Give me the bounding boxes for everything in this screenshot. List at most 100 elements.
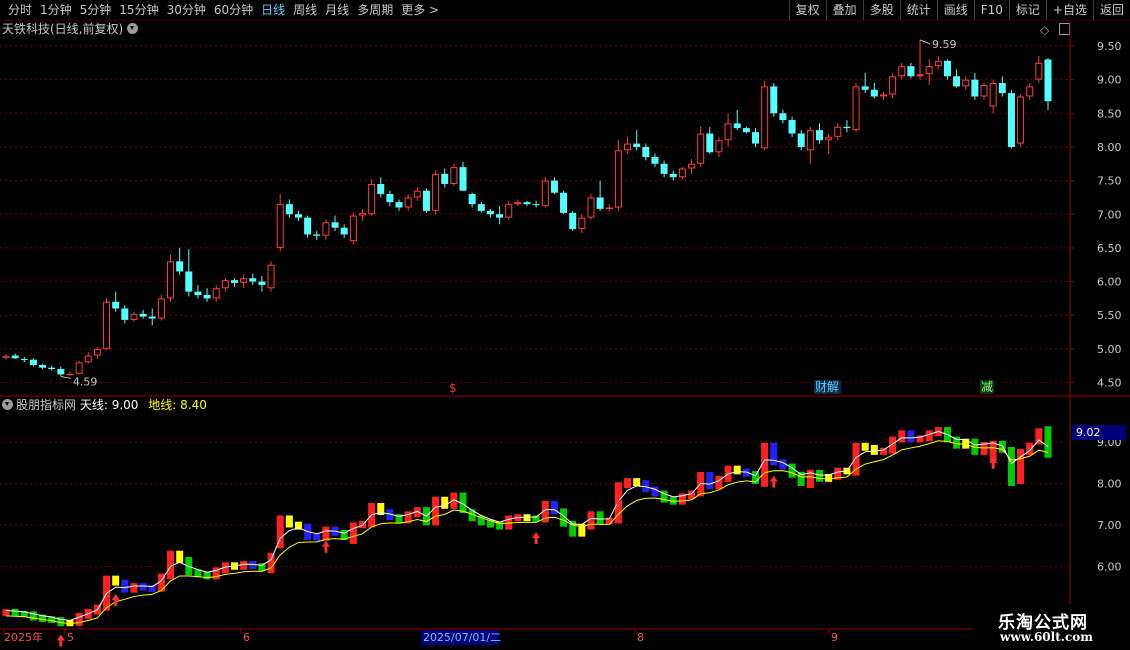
candle-body	[212, 288, 220, 299]
candle-body	[761, 86, 769, 149]
candle-body	[724, 123, 732, 141]
candle-body	[130, 313, 138, 320]
candle-body	[304, 217, 312, 235]
indicator-bar	[523, 514, 531, 522]
candle-body	[1017, 96, 1025, 144]
candle-body	[1007, 93, 1015, 147]
high-price-label: 9.59	[932, 38, 957, 51]
candle-body	[459, 167, 467, 191]
low-pointer	[60, 375, 71, 379]
candle-body	[678, 168, 686, 178]
x-tick-label: 6	[243, 631, 250, 644]
candle-body	[614, 150, 622, 208]
x-tick-label: 5	[67, 631, 74, 644]
candle-body	[806, 130, 814, 151]
candle-body	[560, 192, 568, 213]
logo-url: www.60lt.com	[1000, 630, 1093, 644]
candle-body	[194, 291, 202, 296]
candle-body	[660, 163, 668, 174]
candle-body	[742, 128, 750, 133]
tian-line	[5, 430, 1049, 621]
indicator-bar	[550, 500, 558, 515]
event-marker-dollar: $	[449, 381, 457, 395]
candle-body	[815, 130, 823, 141]
candle-body	[870, 89, 878, 97]
candle-body	[916, 74, 924, 77]
candle-body	[715, 140, 723, 153]
candle-body	[167, 261, 175, 299]
candle-body	[541, 180, 549, 207]
candle-body	[386, 194, 394, 203]
y-tick-label: 5.00	[1097, 343, 1122, 356]
buy-arrow-icon	[56, 634, 65, 647]
candle-body	[450, 167, 458, 184]
candle-body	[413, 190, 421, 198]
candle-body	[2, 356, 10, 358]
candle-body	[221, 280, 229, 289]
indicator-bar	[176, 550, 184, 563]
y-tick-label: 9.00	[1097, 74, 1122, 87]
chart-canvas[interactable]: 9.50 9.00 8.50 8.00 7.50 7.00 6.50 6.00 5.50 5.00…	[0, 0, 1130, 650]
candle-body	[1044, 59, 1052, 102]
y-tick-label: 5.50	[1097, 309, 1122, 322]
x-tick-label: 2025年	[4, 630, 43, 644]
candle-body	[989, 83, 997, 107]
candle-body	[11, 355, 19, 359]
indicator-bar	[907, 430, 915, 443]
candle-body	[697, 133, 705, 164]
indicator-bar	[349, 522, 357, 545]
candle-body	[587, 197, 595, 218]
y-tick-label: 7.50	[1097, 175, 1122, 188]
indicator-bar	[322, 526, 330, 541]
candle-body	[569, 212, 577, 230]
candle-body	[468, 194, 476, 205]
current-value-label: 9.02	[1076, 426, 1101, 439]
indicator-bar	[75, 612, 83, 626]
candle-body	[358, 212, 366, 216]
indicator-tick-label: 8.00	[1097, 478, 1122, 491]
candle-body	[368, 183, 376, 215]
indicator-bar	[148, 584, 156, 592]
candle-body	[1026, 86, 1034, 97]
candle-body	[852, 86, 860, 131]
indicator-bar	[130, 583, 138, 593]
candle-body	[422, 190, 430, 211]
indicator-bar	[432, 496, 440, 526]
y-tick-label: 9.50	[1097, 40, 1122, 53]
candle-body	[706, 133, 714, 153]
indicator-bar	[1026, 442, 1034, 455]
candle-body	[861, 86, 869, 90]
candle-body	[432, 173, 440, 211]
indicator-bar	[898, 430, 906, 443]
candle-body	[624, 143, 632, 151]
candle-body	[843, 126, 851, 129]
candle-body	[834, 126, 842, 137]
high-pointer	[919, 39, 931, 45]
candle-body	[331, 222, 339, 228]
indicator-bar	[112, 575, 120, 586]
indicator-bar	[633, 478, 641, 486]
candle-body	[633, 143, 641, 147]
indicator-bar	[870, 444, 878, 455]
candle-body	[550, 180, 558, 193]
candle-body	[84, 355, 92, 363]
candle-body	[57, 369, 65, 375]
candle-body	[934, 60, 942, 67]
candle-body	[523, 202, 531, 205]
y-tick-label: 6.00	[1097, 276, 1122, 289]
x-tick-label: 9	[831, 631, 838, 644]
candle-body	[797, 133, 805, 147]
candle-body	[377, 183, 385, 195]
candle-body	[770, 86, 778, 114]
indicator-bar	[285, 515, 293, 528]
candle-body	[231, 280, 239, 283]
candle-body	[962, 79, 970, 87]
y-tick-label: 6.50	[1097, 242, 1122, 255]
indicator-bar	[596, 511, 604, 525]
indicator-bar	[651, 486, 659, 497]
buy-arrow-icon	[769, 475, 778, 488]
candle-body	[75, 362, 83, 374]
indicator-bar	[267, 552, 275, 574]
indicator-bar	[715, 476, 723, 490]
candle-body	[578, 217, 586, 230]
